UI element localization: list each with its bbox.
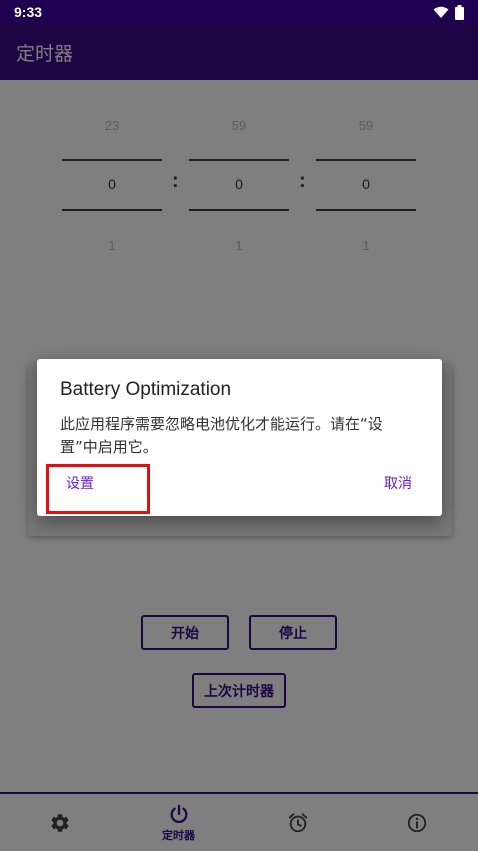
wifi-icon xyxy=(433,6,449,18)
dialog-message: 此应用程序需要忽略电池优化才能运行。请在“设置”中启用它。 xyxy=(60,415,383,456)
status-icons xyxy=(433,4,464,20)
settings-highlight-box xyxy=(46,464,150,514)
dialog-cancel-button[interactable]: 取消 xyxy=(384,473,412,493)
dialog-title: Battery Optimization xyxy=(60,379,232,400)
status-time: 9:33 xyxy=(14,4,43,20)
battery-icon xyxy=(455,4,464,20)
status-bar: 9:33 xyxy=(0,0,478,24)
